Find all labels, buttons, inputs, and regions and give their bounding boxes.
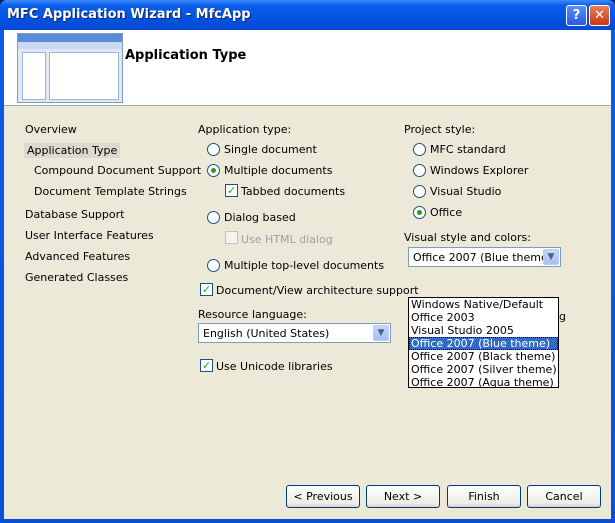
cancel-button[interactable]: Cancel bbox=[527, 485, 601, 508]
single-document-label[interactable]: Single document bbox=[224, 143, 317, 156]
visual-style-option[interactable]: Office 2007 (Silver theme) bbox=[409, 363, 558, 376]
sidebar-item-application-type[interactable]: Application Type bbox=[24, 143, 121, 158]
close-button[interactable]: ✕ bbox=[589, 5, 610, 26]
visual-style-label: Visual style and colors: bbox=[404, 231, 531, 244]
wizard-header: Application Type bbox=[4, 30, 611, 106]
dialog-based-label[interactable]: Dialog based bbox=[224, 211, 296, 224]
wizard-sidebar: Overview Application Type Compound Docum… bbox=[4, 107, 201, 519]
project-style-label: Project style: bbox=[404, 123, 476, 136]
page-title: Application Type bbox=[125, 48, 247, 63]
visual-style-option[interactable]: Office 2007 (Aqua theme) bbox=[409, 376, 558, 389]
tabbed-documents-label[interactable]: Tabbed documents bbox=[241, 185, 345, 198]
resource-language-label: Resource language: bbox=[198, 308, 307, 321]
mfc-standard-radio[interactable] bbox=[413, 143, 426, 156]
chevron-down-icon[interactable]: ▼ bbox=[373, 325, 389, 341]
multiple-top-level-documents-radio[interactable] bbox=[207, 259, 220, 272]
office-label[interactable]: Office bbox=[430, 206, 462, 219]
wizard-client-area: Application Type Overview Application Ty… bbox=[4, 30, 611, 519]
sidebar-item-document-template-strings[interactable]: Document Template Strings bbox=[31, 184, 190, 199]
tabbed-documents-checkbox[interactable]: ✓ bbox=[225, 184, 238, 197]
visual-studio-radio[interactable] bbox=[413, 185, 426, 198]
title-bar[interactable]: MFC Application Wizard - MfcApp ? ✕ bbox=[0, 0, 615, 30]
wizard-preview-image bbox=[17, 33, 123, 103]
visual-style-option[interactable]: Office 2003 bbox=[409, 311, 558, 324]
use-unicode-libraries-label[interactable]: Use Unicode libraries bbox=[216, 360, 333, 373]
wizard-window: MFC Application Wizard - MfcApp ? ✕ Appl… bbox=[0, 0, 615, 523]
visual-style-option[interactable]: Windows Native/Default bbox=[409, 298, 558, 311]
multiple-documents-radio[interactable] bbox=[207, 164, 220, 177]
use-html-dialog-label[interactable]: Use HTML dialog bbox=[241, 233, 333, 246]
document-view-architecture-checkbox[interactable]: ✓ bbox=[200, 283, 213, 296]
dialog-based-radio[interactable] bbox=[207, 211, 220, 224]
visual-style-option[interactable]: Office 2007 (Black theme) bbox=[409, 350, 558, 363]
multiple-top-level-documents-label[interactable]: Multiple top-level documents bbox=[224, 259, 384, 272]
single-document-radio[interactable] bbox=[207, 143, 220, 156]
application-type-label: Application type: bbox=[198, 123, 292, 136]
help-button[interactable]: ? bbox=[566, 5, 587, 26]
visual-style-option[interactable]: Visual Studio 2005 bbox=[409, 324, 558, 337]
sidebar-item-advanced-features[interactable]: Advanced Features bbox=[22, 249, 133, 264]
office-radio[interactable] bbox=[413, 206, 426, 219]
use-html-dialog-checkbox[interactable] bbox=[225, 231, 238, 244]
window-title: MFC Application Wizard - MfcApp bbox=[7, 7, 251, 22]
resource-language-value: English (United States) bbox=[203, 327, 330, 340]
windows-explorer-label[interactable]: Windows Explorer bbox=[430, 164, 528, 177]
windows-explorer-radio[interactable] bbox=[413, 164, 426, 177]
multiple-documents-label[interactable]: Multiple documents bbox=[224, 164, 332, 177]
visual-style-value: Office 2007 (Blue theme) bbox=[413, 251, 553, 264]
wizard-content: Application type: Single document Multip… bbox=[189, 107, 611, 519]
next-button[interactable]: Next > bbox=[366, 485, 440, 508]
visual-style-dropdown-list[interactable]: Windows Native/Default Office 2003 Visua… bbox=[408, 297, 559, 389]
sidebar-item-overview[interactable]: Overview bbox=[22, 122, 80, 137]
sidebar-item-user-interface-features[interactable]: User Interface Features bbox=[22, 228, 157, 243]
visual-style-select[interactable]: Office 2007 (Blue theme) ▼ bbox=[408, 247, 561, 267]
mfc-standard-label[interactable]: MFC standard bbox=[430, 143, 506, 156]
sidebar-item-generated-classes[interactable]: Generated Classes bbox=[22, 270, 131, 285]
sidebar-item-database-support[interactable]: Database Support bbox=[22, 207, 127, 222]
resource-language-select[interactable]: English (United States) ▼ bbox=[198, 323, 391, 343]
finish-button[interactable]: Finish bbox=[447, 485, 521, 508]
previous-button[interactable]: < Previous bbox=[286, 485, 360, 508]
chevron-down-icon[interactable]: ▼ bbox=[543, 249, 559, 265]
use-unicode-libraries-checkbox[interactable]: ✓ bbox=[200, 359, 213, 372]
visual-style-option-selected[interactable]: Office 2007 (Blue theme) bbox=[409, 337, 558, 350]
document-view-architecture-label[interactable]: Document/View architecture support bbox=[216, 284, 419, 297]
partially-hidden-label: g bbox=[559, 310, 566, 323]
visual-studio-label[interactable]: Visual Studio bbox=[430, 185, 501, 198]
sidebar-item-compound-document-support[interactable]: Compound Document Support bbox=[31, 163, 204, 178]
